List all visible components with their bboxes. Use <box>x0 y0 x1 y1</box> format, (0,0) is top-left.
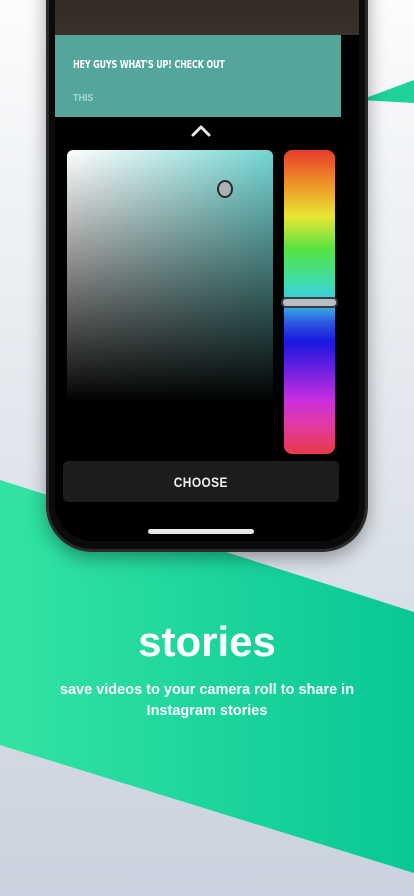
video-preview <box>55 0 359 35</box>
chevron-up-icon[interactable] <box>190 123 212 139</box>
caption-box <box>55 35 341 117</box>
promo-subtitle: save videos to your camera roll to share… <box>59 682 355 719</box>
caption-text-line1: HEY GUYS WHAT'S UP! CHECK OUT <box>73 59 225 71</box>
choose-button-label: CHOOSE <box>173 473 229 490</box>
caption-text-line2: THIS <box>73 92 94 104</box>
home-indicator <box>148 529 254 534</box>
hue-slider-handle[interactable] <box>281 297 338 308</box>
choose-button[interactable]: CHOOSE <box>63 461 339 502</box>
color-picker-knob[interactable] <box>217 180 233 198</box>
phone-mockup: HEY GUYS WHAT'S UP! CHECK OUT THIS CHOOS… <box>46 0 368 552</box>
saturation-brightness-picker[interactable] <box>67 150 273 403</box>
promo-headline: stories <box>138 618 276 665</box>
phone-screen: HEY GUYS WHAT'S UP! CHECK OUT THIS CHOOS… <box>55 0 359 541</box>
